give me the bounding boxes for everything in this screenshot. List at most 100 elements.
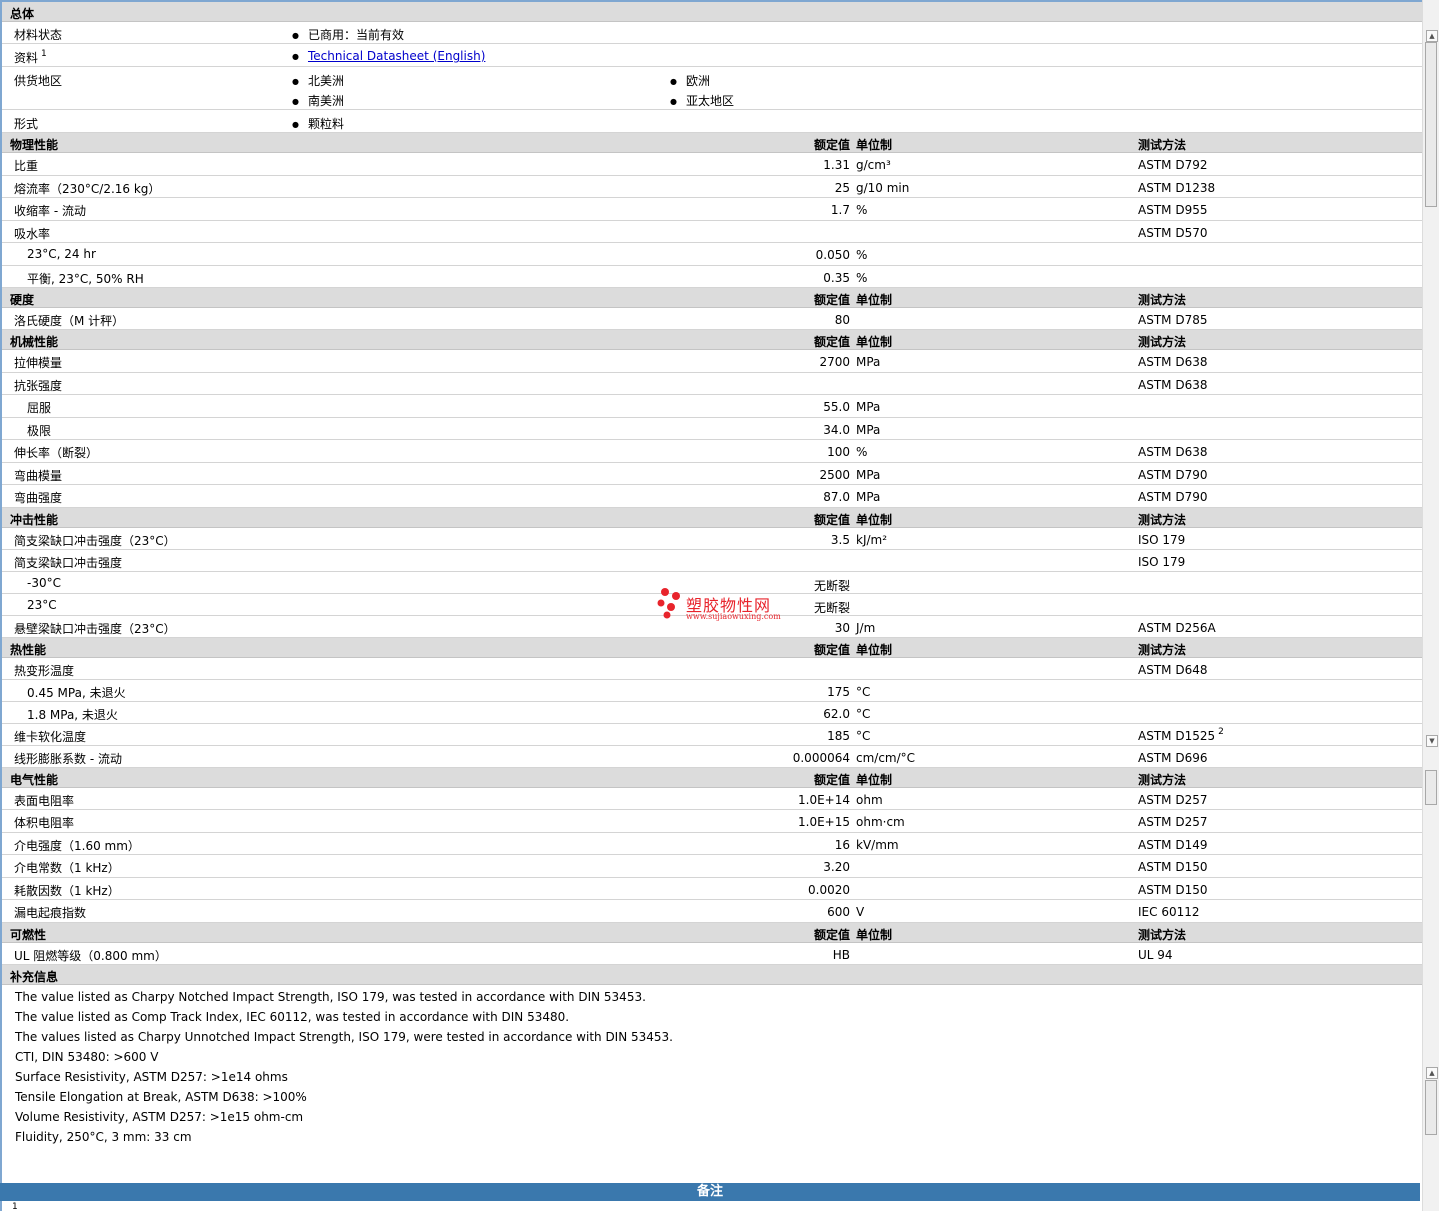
property-row: 维卡软化温度 185 °C ASTM D1525 2	[2, 724, 1422, 746]
row-value: 颗粒料	[292, 115, 344, 132]
test-method: ASTM D785	[1138, 313, 1208, 327]
property-label: 简支梁缺口冲击强度	[14, 555, 123, 570]
row-form: 形式 颗粒料	[2, 110, 1422, 133]
property-unit: J/m	[856, 620, 876, 635]
header-value: 额定值	[813, 772, 850, 787]
property-label: -30°C	[27, 575, 61, 590]
section-header: 硬度 额定值 单位制 测试方法	[2, 288, 1422, 308]
property-value: 87.0	[823, 490, 850, 504]
property-value: 175	[827, 684, 850, 699]
supplemental-line: Volume Resistivity, ASTM D257: >1e15 ohm…	[15, 1109, 304, 1124]
scroll-up-arrow-icon[interactable]: ▲	[1426, 30, 1438, 42]
technical-datasheet-link[interactable]: Technical Datasheet (English)	[308, 49, 485, 63]
header-method: 测试方法	[1138, 642, 1187, 657]
property-label: 介电强度（1.60 mm）	[14, 838, 140, 853]
property-unit: %	[856, 270, 868, 285]
property-unit: ohm·cm	[856, 815, 905, 829]
header-method: 测试方法	[1138, 293, 1187, 307]
region-item: 亚太地区	[670, 92, 734, 109]
section-header: 电气性能 额定值 单位制 测试方法	[2, 767, 1422, 788]
scroll-thumb-bottom[interactable]	[1425, 1080, 1437, 1135]
row-value: Technical Datasheet (English)	[292, 49, 485, 63]
property-row: 1.8 MPa, 未退火 62.0 °C	[2, 702, 1422, 724]
property-unit: ohm	[856, 792, 883, 807]
scroll-thumb[interactable]	[1425, 42, 1437, 207]
header-unit: 单位制	[856, 772, 893, 787]
property-unit: °C	[856, 728, 871, 743]
section-title: 物理性能	[10, 138, 59, 152]
header-unit: 单位制	[856, 138, 893, 152]
section-header-general: 总体	[2, 2, 1422, 22]
region-item: 南美洲	[292, 92, 344, 109]
property-value: 25	[834, 180, 850, 195]
watermark-dots-icon	[657, 588, 680, 619]
scroll-up-arrow-icon[interactable]: ▲	[1426, 1067, 1438, 1079]
header-value: 额定值	[813, 335, 850, 349]
property-sections: 物理性能 额定值 单位制 测试方法 比重 1.31 g/cm³ ASTM D792 熔流率（23…	[2, 133, 1422, 965]
property-label: 比重	[14, 159, 39, 173]
property-row: 23°C, 24 hr 0.050%	[2, 243, 1422, 266]
property-label: 耗散因数（1 kHz）	[14, 883, 120, 898]
supplemental-line: The value listed as Charpy Notched Impac…	[15, 989, 646, 1004]
property-row: 收缩率 - 流动 1.7% ASTM D955	[2, 198, 1422, 221]
scroll-down-arrow-icon[interactable]: ▼	[1426, 735, 1438, 747]
test-method: ASTM D790	[1138, 490, 1208, 504]
property-row: 弯曲强度 87.0 MPa ASTM D790	[2, 485, 1422, 508]
property-row: 抗张强度 ASTM D638	[2, 373, 1422, 395]
property-value: 1.7	[830, 203, 850, 217]
row-documents: 资料1 Technical Datasheet (English)	[2, 44, 1422, 67]
property-row: 体积电阻率 1.0E+15 ohm·cm ASTM D257	[2, 810, 1422, 833]
property-unit: %	[856, 203, 868, 217]
property-row: 热变形温度 ASTM D648	[2, 658, 1422, 680]
property-value: 34.0	[823, 422, 850, 437]
header-unit: 单位制	[856, 512, 893, 527]
property-row: 简支梁缺口冲击强度（23°C） 3.5 kJ/m² ISO 179	[2, 528, 1422, 550]
footnote-marker: 1	[41, 49, 47, 59]
property-label: 介电常数（1 kHz）	[14, 861, 120, 875]
test-method: IEC 60112	[1138, 905, 1200, 919]
property-unit: V	[856, 905, 865, 919]
row-material-status: 材料状态 已商用：当前有效	[2, 22, 1422, 44]
property-value: 2700	[819, 355, 850, 369]
property-value: 600	[827, 905, 850, 919]
property-value: HB	[832, 947, 850, 962]
header-unit: 单位制	[856, 927, 893, 942]
property-label: 悬壁梁缺口冲击强度（23°C）	[14, 621, 176, 636]
property-row: 比重 1.31 g/cm³ ASTM D792	[2, 153, 1422, 176]
property-unit: %	[856, 445, 868, 459]
property-unit: °C	[856, 706, 871, 721]
property-row: 拉伸模量 2700 MPa ASTM D638	[2, 350, 1422, 373]
section-title: 电气性能	[10, 772, 59, 787]
test-method: ASTM D638	[1138, 445, 1208, 459]
property-row: 0.45 MPa, 未退火 175 °C	[2, 680, 1422, 702]
property-label: 吸水率	[14, 226, 51, 241]
property-row: 洛氏硬度（M 计秤） 80 ASTM D785	[2, 308, 1422, 330]
property-row: 吸水率 ASTM D570	[2, 221, 1422, 243]
section-title: 可燃性	[10, 927, 47, 942]
property-row: 漏电起痕指数 600 V IEC 60112	[2, 900, 1422, 923]
datasheet: 总体 材料状态 已商用：当前有效 资料1 Technical Datasheet…	[2, 2, 1422, 1145]
vertical-scrollbar[interactable]: ▲ ▼ ▲	[1422, 0, 1439, 1211]
property-row: 简支梁缺口冲击强度 ISO 179	[2, 550, 1422, 572]
supplemental-line: The value listed as Comp Track Index, IE…	[15, 1009, 570, 1024]
property-unit: cm/cm/°C	[856, 750, 916, 765]
supplemental-info: The value listed as Charpy Notched Impac…	[2, 985, 1422, 1145]
test-method: ASTM D1238	[1138, 180, 1216, 195]
property-value: 无断裂	[813, 600, 850, 615]
test-method: ASTM D257	[1138, 815, 1208, 829]
header-unit: 单位制	[856, 335, 893, 349]
header-method: 测试方法	[1138, 138, 1187, 152]
row-label: 形式	[14, 117, 39, 131]
property-row: 线形膨胀系数 - 流动 0.000064 cm/cm/°C ASTM D696	[2, 746, 1422, 768]
property-unit: g/10 min	[856, 180, 910, 195]
scroll-thumb-lower[interactable]	[1425, 770, 1437, 805]
header-value: 额定值	[813, 293, 850, 307]
supplemental-line: The values listed as Charpy Unnotched Im…	[15, 1029, 673, 1044]
section-title: 热性能	[10, 642, 47, 657]
section-title: 硬度	[10, 293, 35, 307]
section-header: 冲击性能 额定值 单位制 测试方法	[2, 507, 1422, 528]
property-value: 0.000064	[792, 750, 850, 765]
supplemental-line: Fluidity, 250°C, 3 mm: 33 cm	[15, 1129, 192, 1144]
property-value: 185	[827, 728, 850, 743]
test-method: ISO 179	[1138, 532, 1186, 547]
